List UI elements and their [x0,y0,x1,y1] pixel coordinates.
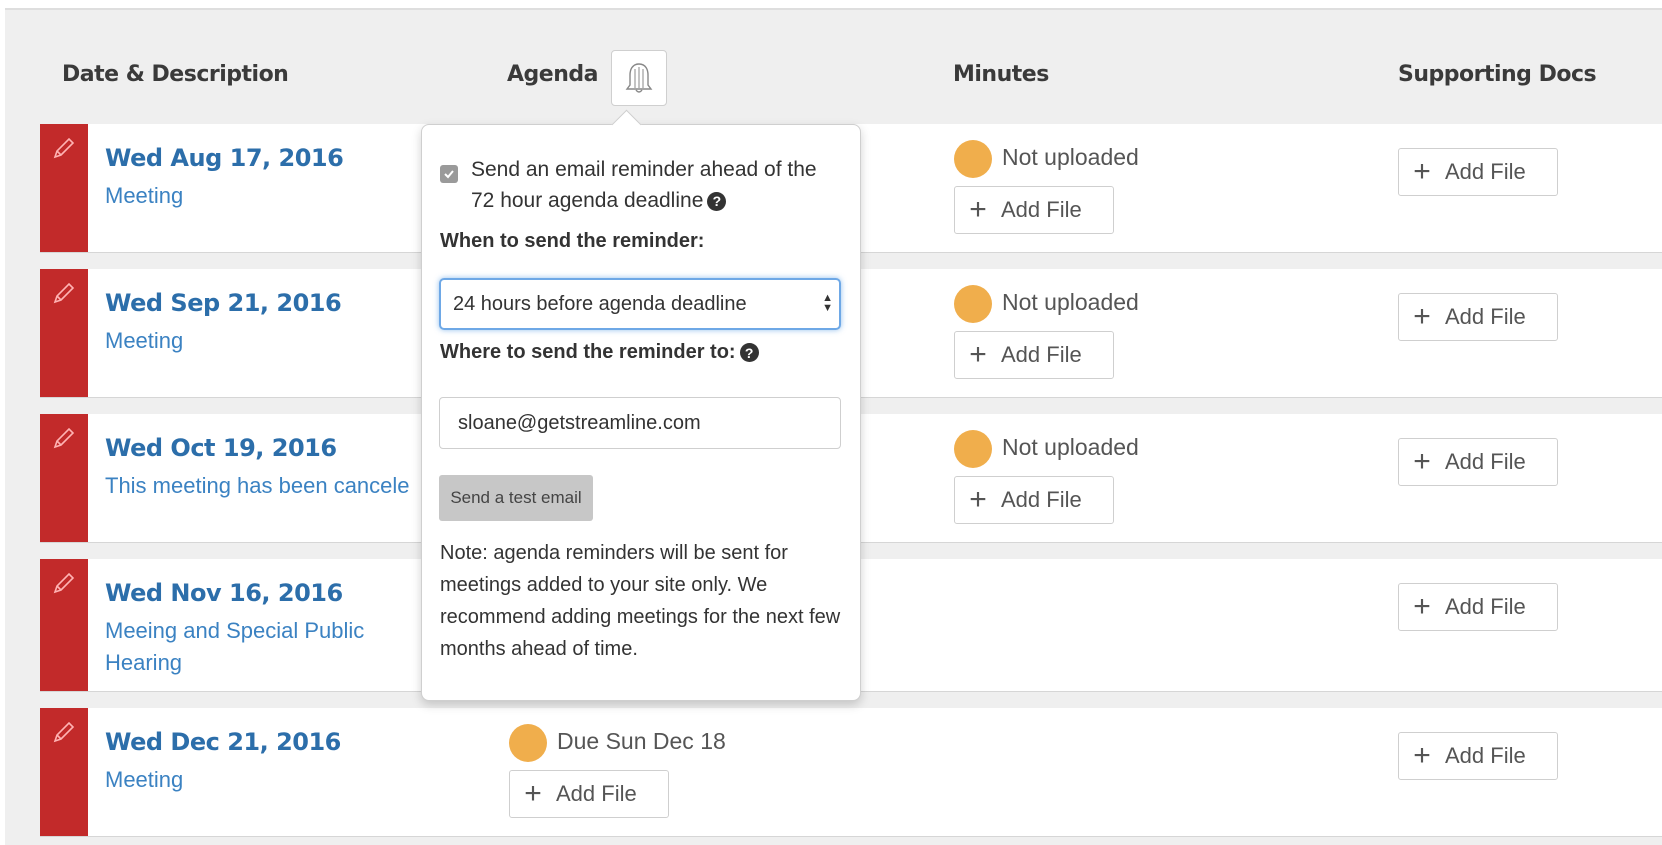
checkmark-icon [444,170,454,179]
meeting-date[interactable]: Wed Nov 16, 2016 [105,579,343,607]
meeting-description[interactable]: This meeting has been cancele [105,470,410,502]
email-reminder-checkbox-label: Send an email reminder ahead of the 72 h… [471,158,817,212]
plus-icon: + [1413,300,1431,333]
plus-icon: + [969,193,987,226]
supporting-docs-add-file-button[interactable]: + Add File [1398,148,1558,196]
supporting-docs-add-file-button[interactable]: + Add File [1398,732,1558,780]
minutes-status: Not uploaded [1002,289,1139,315]
help-icon[interactable]: ? [739,343,759,363]
agenda-status-dot [509,724,547,762]
meeting-date[interactable]: Wed Dec 21, 2016 [105,728,341,756]
header-supporting-docs: Supporting Docs [1398,62,1597,87]
email-reminder-checkbox[interactable] [440,165,458,183]
supporting-docs-add-file-button[interactable]: + Add File [1398,583,1558,631]
header-minutes: Minutes [953,62,1049,87]
minutes-status-dot [954,285,992,323]
plus-icon: + [1413,155,1431,188]
send-test-email-button[interactable]: Send a test email [439,475,593,521]
meeting-date[interactable]: Wed Aug 17, 2016 [105,144,344,172]
minutes-status-dot [954,430,992,468]
pencil-icon [53,137,75,159]
header-agenda: Agenda [507,62,598,87]
meeting-description[interactable]: Meeting [105,325,183,357]
edit-meeting-button[interactable] [40,124,88,252]
supporting-docs-add-file-button[interactable]: + Add File [1398,438,1558,486]
reminder-note: Note: agenda reminders will be sent for … [440,542,841,660]
plus-icon: + [969,338,987,371]
select-arrows-icon: ▲ ▼ [822,292,833,314]
meeting-description[interactable]: Meeing and Special Public Hearing [105,615,425,679]
plus-icon: + [1413,445,1431,478]
meeting-date[interactable]: Wed Sep 21, 2016 [105,289,342,317]
meeting-row: Wed Dec 21, 2016 Meeting Due Sun Dec 18 … [40,708,1662,836]
when-to-send-label: When to send the reminder: [440,230,705,252]
agenda-reminder-button[interactable] [611,50,667,106]
bell-icon [625,63,653,93]
pencil-icon [53,427,75,449]
pencil-icon [53,572,75,594]
plus-icon: + [1413,590,1431,623]
agenda-reminder-popover: Send an email reminder ahead of the 72 h… [421,109,861,701]
reminder-email-input[interactable] [439,397,841,449]
meeting-description[interactable]: Meeting [105,764,183,796]
pencil-icon [53,721,75,743]
edit-meeting-button[interactable] [40,708,88,836]
supporting-docs-add-file-button[interactable]: + Add File [1398,293,1558,341]
minutes-status: Not uploaded [1002,144,1139,170]
minutes-status-dot [954,140,992,178]
pencil-icon [53,282,75,304]
plus-icon: + [524,777,542,810]
help-icon[interactable]: ? [707,191,727,211]
edit-meeting-button[interactable] [40,269,88,397]
minutes-status: Not uploaded [1002,434,1139,460]
meeting-description[interactable]: Meeting [105,180,183,212]
minutes-add-file-button[interactable]: + Add File [954,331,1114,379]
edit-meeting-button[interactable] [40,414,88,542]
plus-icon: + [1413,739,1431,772]
reminder-timing-select[interactable]: 24 hours before agenda deadline ▲ ▼ [439,278,841,330]
minutes-add-file-button[interactable]: + Add File [954,476,1114,524]
edit-meeting-button[interactable] [40,559,88,691]
meeting-date[interactable]: Wed Oct 19, 2016 [105,434,337,462]
plus-icon: + [969,483,987,516]
header-date-description: Date & Description [62,62,289,87]
where-to-send-label: Where to send the reminder to:? [440,341,759,364]
agenda-status: Due Sun Dec 18 [557,728,726,754]
agenda-add-file-button[interactable]: + Add File [509,770,669,818]
minutes-add-file-button[interactable]: + Add File [954,186,1114,234]
